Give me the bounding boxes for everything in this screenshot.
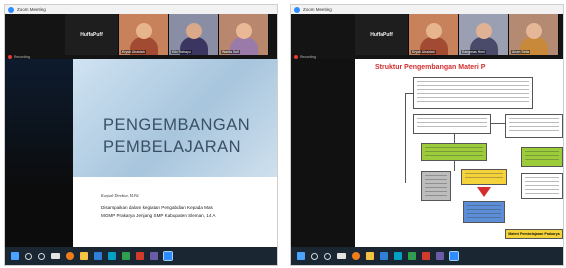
participant-video-tile[interactable]: Kangmas Heni — [459, 14, 509, 55]
zoom-app-icon — [8, 6, 14, 13]
flow-box-green-right — [521, 147, 563, 167]
flow-box-yellow — [461, 169, 507, 185]
store-icon[interactable] — [108, 252, 116, 260]
flow-arrow — [491, 123, 505, 124]
flow-box-bottom: Materi Pembelajaran Prakarya — [505, 229, 563, 239]
participant-namecard[interactable]: HuffaPuff — [355, 14, 409, 55]
cortana-icon[interactable] — [324, 252, 331, 260]
file-explorer-icon[interactable] — [366, 252, 374, 260]
flow-box-green — [421, 143, 487, 161]
flow-arrow — [454, 134, 455, 143]
slide-side-panel — [5, 59, 73, 249]
person-head — [136, 23, 152, 39]
app-icon[interactable] — [150, 252, 158, 260]
zoom-taskbar-icon[interactable] — [449, 251, 459, 261]
task-view-icon[interactable] — [337, 253, 346, 259]
participant-video-tile[interactable]: Krysti Ubaidah — [119, 14, 169, 55]
person-head — [476, 23, 492, 39]
participant-video-name: Krysti Ubaidah — [121, 50, 146, 54]
participant-name: HuffaPuff — [80, 31, 103, 38]
firefox-icon[interactable] — [66, 252, 74, 260]
windows-start-icon[interactable] — [297, 252, 305, 260]
windows-start-icon[interactable] — [11, 252, 19, 260]
flow-box-bottom-label: Materi Pembelajaran Prakarya — [508, 232, 560, 236]
slide-subtitle-line2: MGMP Prakarya Jenjang SMP Kabupaten Slem… — [101, 213, 216, 218]
windows-taskbar — [291, 247, 563, 265]
store-icon[interactable] — [394, 252, 402, 260]
participant-video-tile[interactable]: Arum Setia — [509, 14, 559, 55]
search-icon[interactable] — [25, 252, 32, 260]
slide-subtitle-line1: Disampaikan dalam kegiatan Pengabdian Ke… — [101, 205, 213, 210]
participant-video-name: Krysti Ubaidah — [411, 50, 436, 54]
slide-title: Struktur Pengembangan Materi P — [375, 64, 486, 71]
slide-side-glow — [5, 59, 73, 249]
participant-video-name: Warita Sufi — [221, 50, 240, 54]
shared-screen-slide: Struktur Pengembangan Materi P Materi Pe… — [291, 59, 563, 249]
slide-title-line1: PENGEMBANGAN — [103, 116, 251, 134]
flow-box-side — [505, 114, 563, 138]
edge-icon[interactable] — [380, 252, 388, 260]
slide-title-line2: PEMBELAJARAN — [103, 138, 242, 156]
flow-box-right — [521, 173, 563, 199]
window-title: Zoom Meeting — [17, 7, 46, 12]
participant-video-tile[interactable]: Warita Sufi — [219, 14, 269, 55]
zoom-window-right: Zoom Meeting HuffaPuff Krysti Ubaidah Ka… — [290, 4, 564, 266]
person-head — [186, 23, 202, 39]
participant-strip: HuffaPuff Krysti Ubaidah Kangmas Heni Ar… — [355, 14, 559, 55]
shared-screen-slide: PENGEMBANGAN PEMBELAJARAN Kurjadi Direkt… — [5, 59, 277, 249]
edge-icon[interactable] — [94, 252, 102, 260]
participant-video-name: Kiki Rahayu — [171, 50, 192, 54]
zoom-taskbar-icon[interactable] — [163, 251, 173, 261]
person-head — [426, 23, 442, 39]
flow-box-step — [413, 114, 491, 134]
flow-box-blue — [463, 201, 505, 223]
excel-icon[interactable] — [408, 252, 416, 260]
window-title: Zoom Meeting — [303, 7, 332, 12]
window-titlebar: Zoom Meeting — [291, 5, 563, 14]
participant-video-name: Arum Setia — [511, 50, 531, 54]
participant-name: HuffaPuff — [370, 31, 393, 38]
powerpoint-icon[interactable] — [422, 252, 430, 260]
search-icon[interactable] — [311, 252, 318, 260]
window-titlebar: Zoom Meeting — [5, 5, 277, 14]
powerpoint-icon[interactable] — [136, 252, 144, 260]
flow-box-grey — [421, 171, 451, 201]
participant-video-tile[interactable]: Kiki Rahayu — [169, 14, 219, 55]
participant-namecard[interactable]: HuffaPuff — [65, 14, 119, 55]
task-view-icon[interactable] — [51, 253, 60, 259]
flow-down-arrow-icon — [477, 187, 491, 197]
person-head — [526, 23, 542, 39]
participant-video-tile[interactable]: Krysti Ubaidah — [409, 14, 459, 55]
excel-icon[interactable] — [122, 252, 130, 260]
app-icon[interactable] — [436, 252, 444, 260]
windows-taskbar — [5, 247, 277, 265]
zoom-app-icon — [294, 6, 300, 13]
slide-canvas: Struktur Pengembangan Materi P Materi Pe… — [355, 59, 563, 249]
firefox-icon[interactable] — [352, 252, 360, 260]
person-head — [236, 23, 252, 39]
file-explorer-icon[interactable] — [80, 252, 88, 260]
flow-arrow — [454, 161, 455, 171]
slide-author: Kurjadi Direktur, M.Pd. — [101, 193, 140, 198]
zoom-window-left: Zoom Meeting HuffaPuff Krysti Ubaidah Ki… — [4, 4, 278, 266]
flow-connector — [405, 93, 406, 183]
participant-video-name: Kangmas Heni — [461, 50, 486, 54]
cortana-icon[interactable] — [38, 252, 45, 260]
flow-connector — [405, 93, 413, 94]
participant-strip: HuffaPuff Krysti Ubaidah Kiki Rahayu War… — [65, 14, 269, 55]
flow-box-intro — [413, 77, 533, 109]
